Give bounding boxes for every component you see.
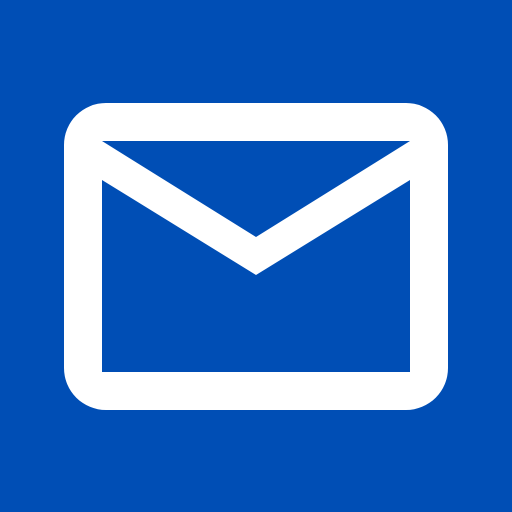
envelope-icon bbox=[64, 103, 448, 410]
mail-app-icon[interactable] bbox=[0, 0, 512, 512]
envelope-glyph bbox=[64, 103, 448, 410]
